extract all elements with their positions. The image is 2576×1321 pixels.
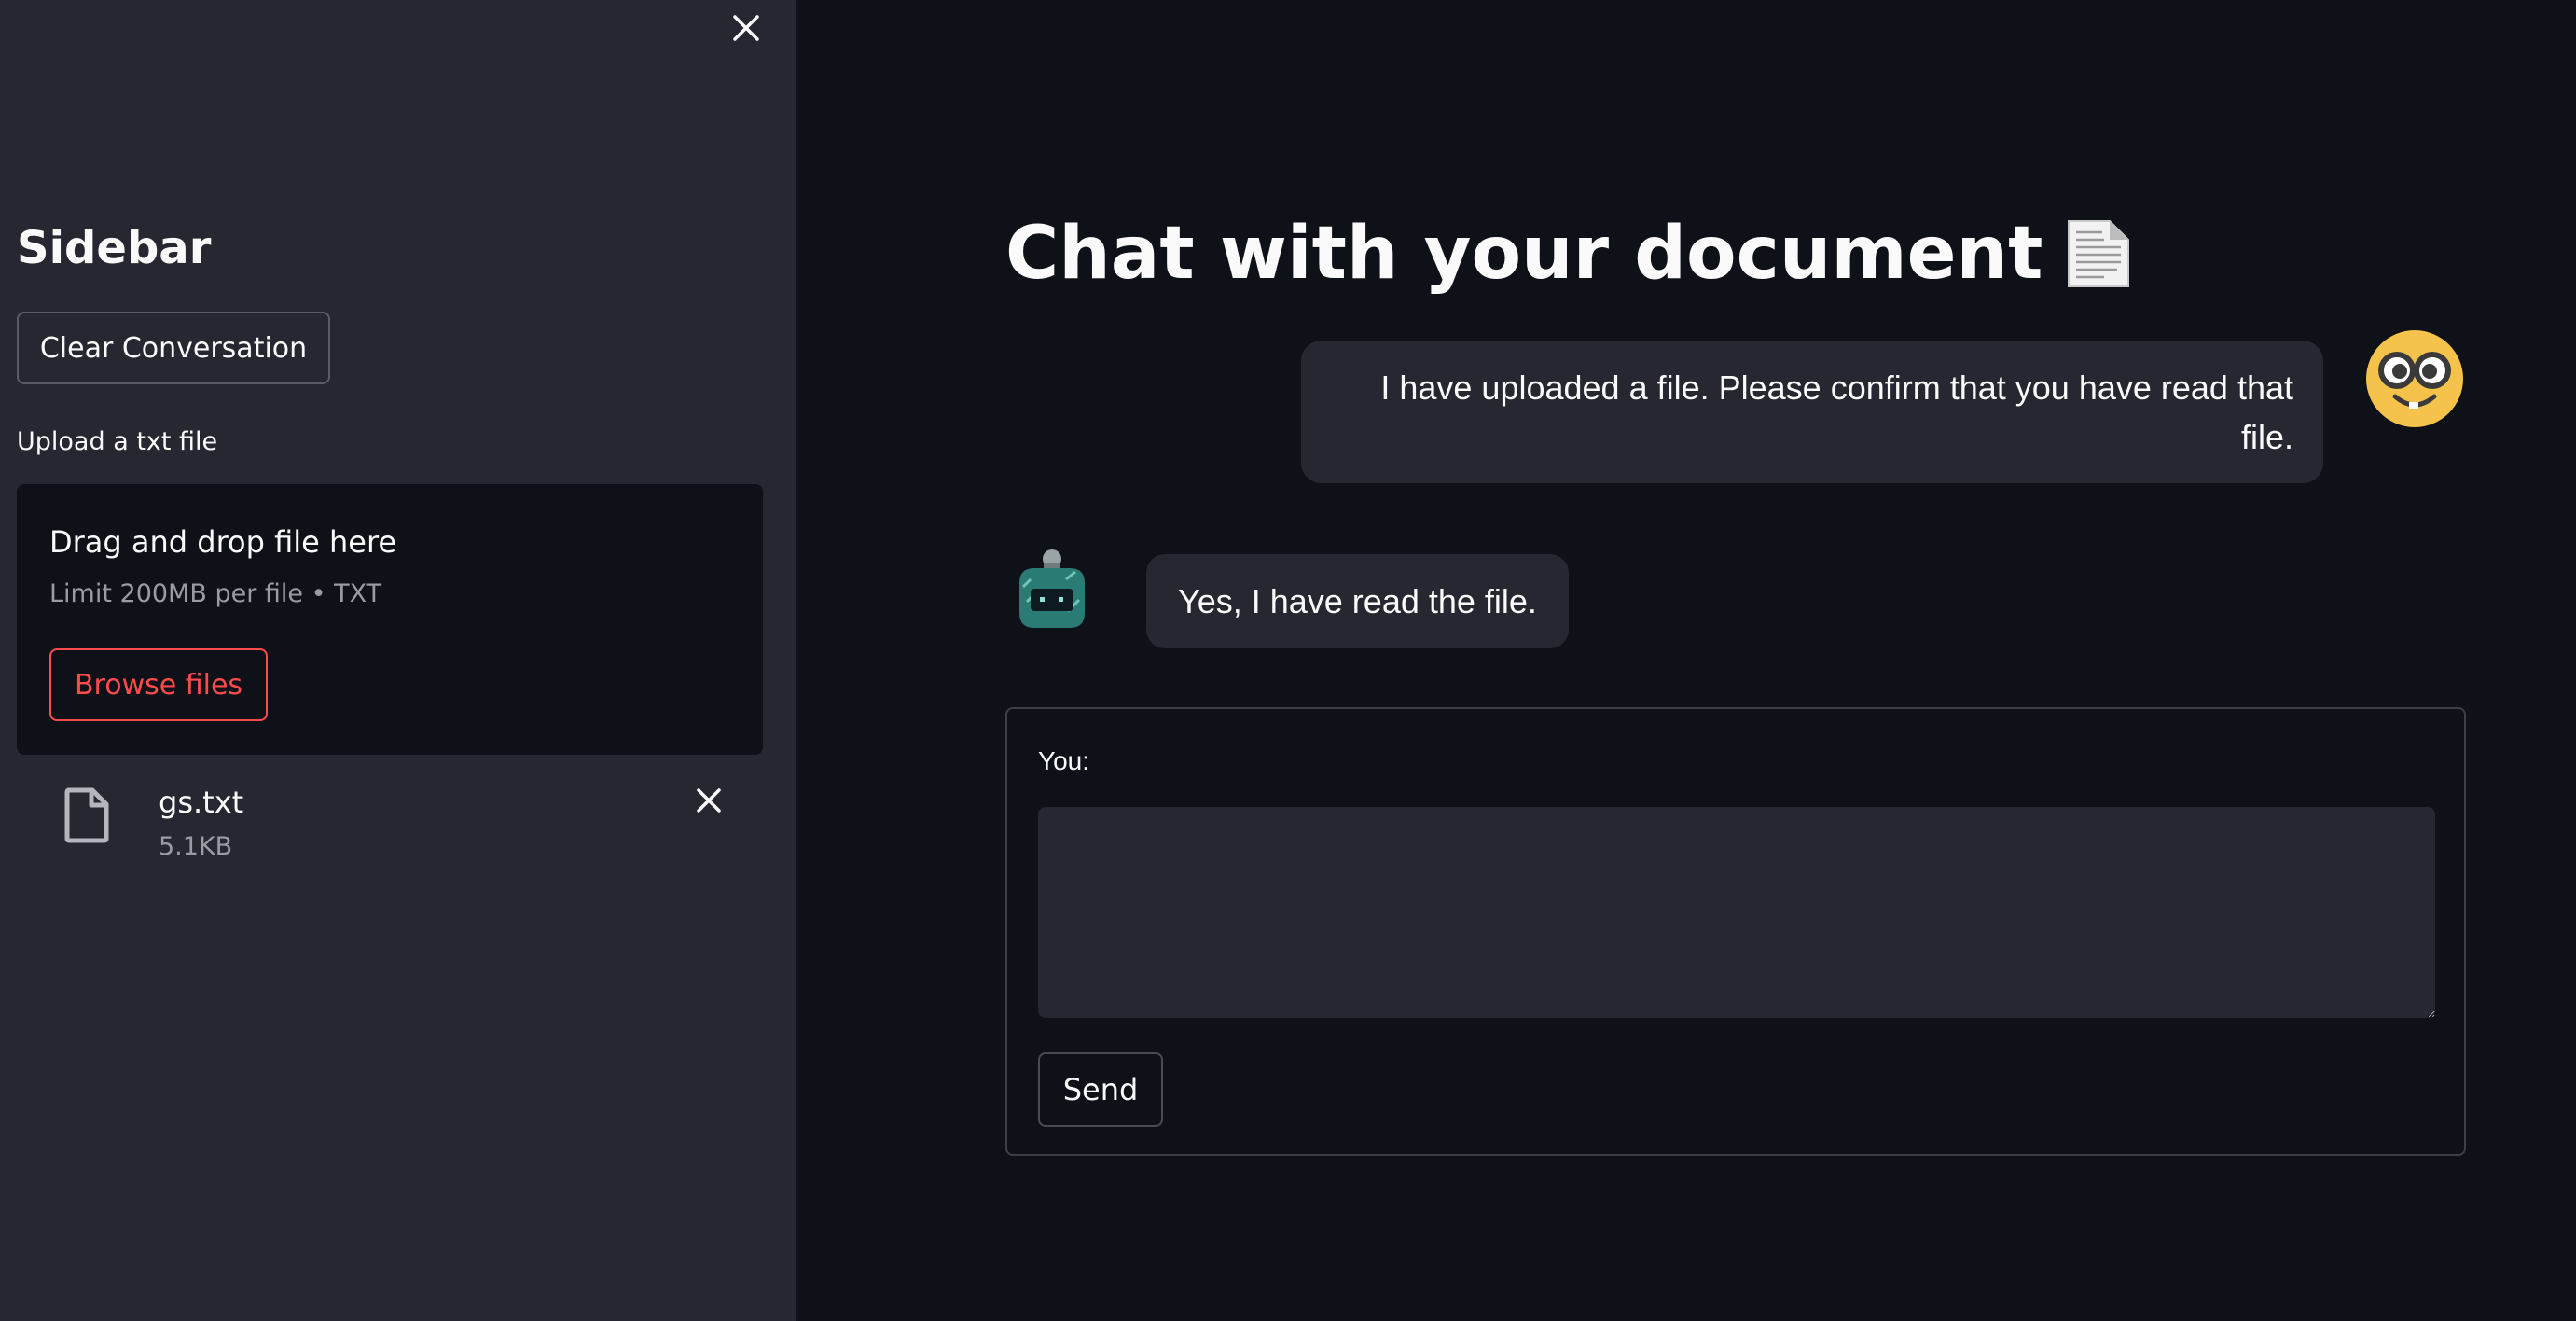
- message-input[interactable]: [1038, 807, 2435, 1018]
- page-title-text: Chat with your document: [1005, 212, 2043, 296]
- remove-file-button[interactable]: [688, 780, 729, 821]
- file-icon: [64, 787, 109, 843]
- sidebar-close-button[interactable]: [727, 9, 765, 47]
- chat-input-form: You: Send: [1005, 707, 2466, 1156]
- file-name: gs.txt: [159, 785, 244, 820]
- document-icon: [2068, 220, 2130, 287]
- clear-conversation-button[interactable]: Clear Conversation: [17, 312, 330, 384]
- assistant-message-bubble: Yes, I have read the file.: [1146, 554, 1569, 648]
- close-icon: [697, 788, 721, 813]
- robot-avatar: [1019, 549, 1085, 628]
- sidebar: Sidebar Clear Conversation Upload a txt …: [0, 0, 796, 1321]
- dropzone-title: Drag and drop file here: [49, 524, 397, 560]
- file-size: 5.1KB: [159, 832, 233, 861]
- user-message-bubble: I have uploaded a file. Please confirm t…: [1301, 341, 2323, 483]
- browse-files-button[interactable]: Browse files: [49, 648, 268, 721]
- nerd-face-avatar: [2366, 330, 2463, 427]
- sidebar-title: Sidebar: [17, 222, 212, 274]
- upload-label: Upload a txt file: [17, 427, 218, 456]
- input-label: You:: [1038, 746, 1090, 775]
- dropzone-limit: Limit 200MB per file • TXT: [49, 579, 382, 608]
- send-button[interactable]: Send: [1038, 1052, 1163, 1127]
- main-content: Chat with your document I have uploaded …: [796, 0, 2576, 1321]
- uploaded-file-item: gs.txt 5.1KB: [17, 771, 763, 873]
- page-title: Chat with your document: [1005, 207, 2132, 300]
- app-window: Sidebar Clear Conversation Upload a txt …: [0, 0, 2576, 1321]
- file-dropzone[interactable]: Drag and drop file here Limit 200MB per …: [17, 484, 763, 755]
- close-icon: [733, 15, 759, 41]
